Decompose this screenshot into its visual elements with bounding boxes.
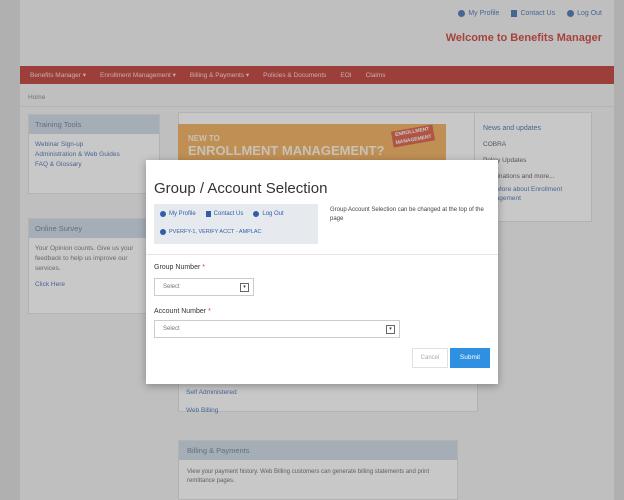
modal-user-account[interactable]: PVERFY-1, VERIFY ACCT - AMPLAC — [160, 229, 262, 235]
group-number-label: Group Number * — [154, 264, 205, 271]
modal-contact-us-link[interactable]: Contact Us — [205, 211, 243, 217]
modal-note: Group Account Selection can be changed a… — [330, 207, 484, 222]
group-number-value: Select — [163, 284, 180, 290]
account-icon — [160, 229, 166, 235]
cancel-button[interactable]: Cancel — [412, 348, 448, 368]
dropdown-arrow-icon: ▾ — [386, 325, 395, 334]
modal-my-profile-link[interactable]: My Profile — [160, 211, 196, 217]
modal-user-panel: My Profile Contact Us Log Out PVERFY-1, … — [154, 204, 318, 244]
submit-button[interactable]: Submit — [450, 348, 490, 368]
dropdown-arrow-icon: ▾ — [240, 283, 249, 292]
logout-icon — [253, 211, 260, 217]
group-account-modal: Group / Account Selection My Profile Con… — [146, 160, 498, 384]
profile-icon — [160, 211, 166, 217]
account-number-select[interactable]: Select ▾ — [154, 320, 400, 338]
modal-divider — [146, 254, 498, 255]
contact-icon — [205, 211, 211, 217]
modal-title: Group / Account Selection — [154, 180, 328, 197]
required-mark: * — [208, 308, 211, 315]
group-number-select[interactable]: Select ▾ — [154, 278, 254, 296]
account-number-value: Select — [163, 326, 180, 332]
required-mark: * — [202, 264, 205, 271]
modal-links: My Profile Contact Us Log Out — [160, 211, 284, 217]
modal-log-out-link[interactable]: Log Out — [253, 211, 284, 217]
account-number-label: Account Number * — [154, 308, 211, 315]
